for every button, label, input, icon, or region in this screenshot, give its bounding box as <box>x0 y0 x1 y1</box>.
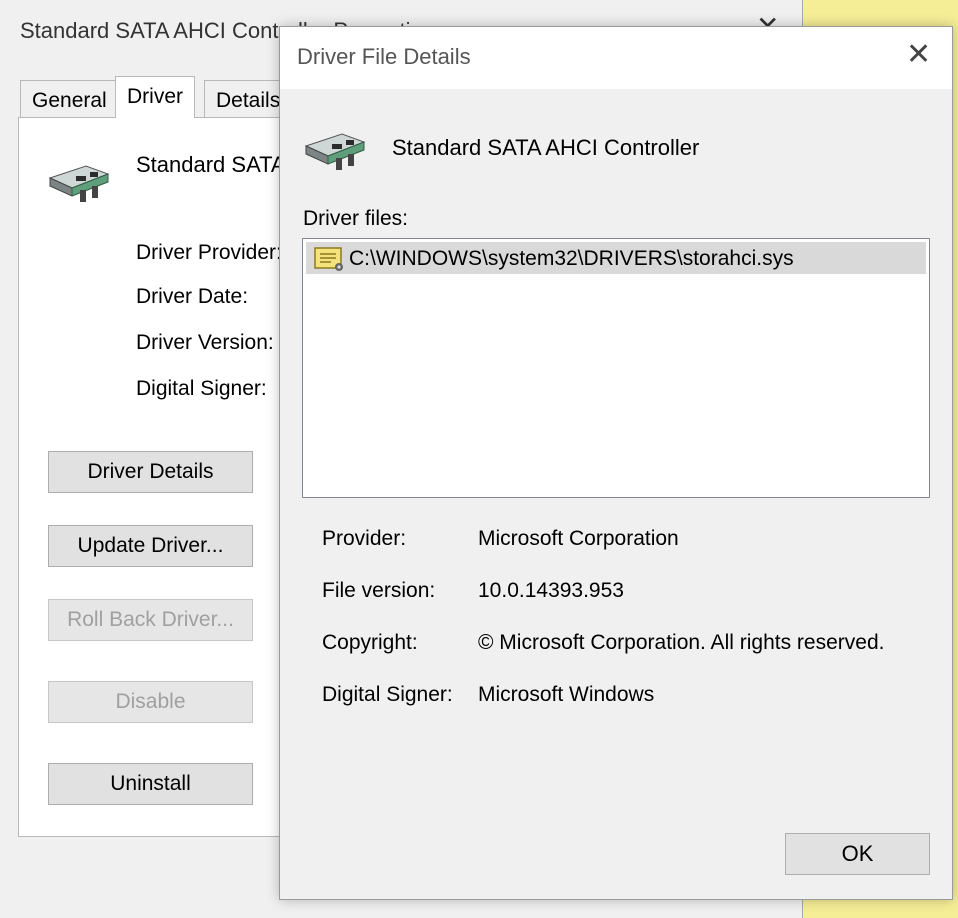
ok-button[interactable]: OK <box>785 833 930 875</box>
system-file-icon <box>313 246 345 272</box>
driver-version-label: Driver Version: <box>136 331 274 354</box>
update-driver-button[interactable]: Update Driver... <box>48 525 253 567</box>
driver-date-label: Driver Date: <box>136 285 249 308</box>
driver-files-label: Driver files: <box>303 207 409 230</box>
driver-details-button[interactable]: Driver Details <box>48 451 253 493</box>
provider-label: Provider: <box>322 527 407 550</box>
uninstall-button[interactable]: Uninstall <box>48 763 253 805</box>
dialog-title: Driver File Details <box>297 44 471 69</box>
driver-files-list[interactable] <box>302 238 930 498</box>
driver-provider-label: Driver Provider: <box>136 241 282 264</box>
digital-signer-label: Digital Signer: <box>136 377 267 400</box>
digital-signer-value: Microsoft Windows <box>478 683 655 706</box>
storage-controller-card-icon <box>302 128 368 178</box>
copyright-label: Copyright: <box>322 631 418 654</box>
digital-signer-label: Digital Signer: <box>322 683 453 706</box>
disable-button[interactable]: Disable <box>48 681 253 723</box>
roll-back-driver-button[interactable]: Roll Back Driver... <box>48 599 253 641</box>
provider-value: Microsoft Corporation <box>478 527 679 550</box>
tab-driver[interactable]: Driver <box>115 76 195 118</box>
tab-general[interactable]: General <box>20 80 119 117</box>
driver-file-path: C:\WINDOWS\system32\DRIVERS\storahci.sys <box>349 247 794 270</box>
file-version-value: 10.0.14393.953 <box>478 579 624 602</box>
dialog-close-icon[interactable]: ✕ <box>906 40 931 70</box>
storage-controller-card-icon <box>46 160 112 210</box>
copyright-value: © Microsoft Corporation. All rights rese… <box>478 631 885 654</box>
dialog-device-name: Standard SATA AHCI Controller <box>392 135 700 160</box>
file-version-label: File version: <box>322 579 436 602</box>
